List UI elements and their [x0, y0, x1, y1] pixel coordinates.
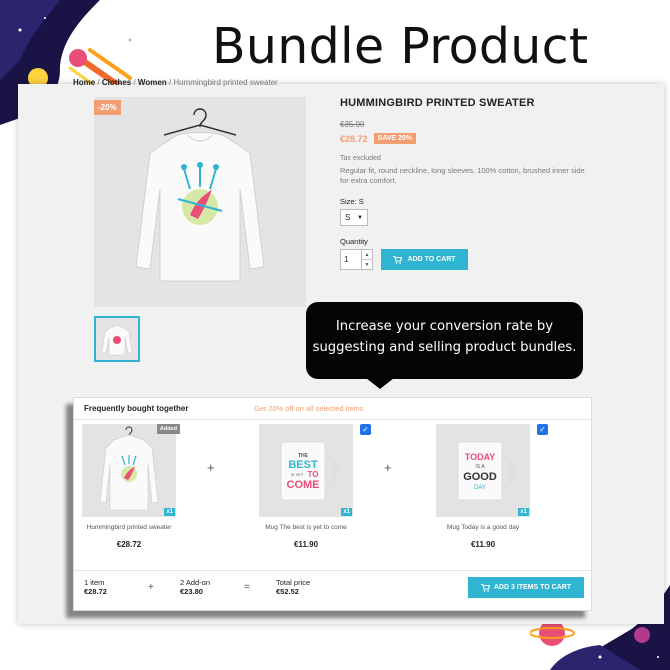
- add-to-cart-button[interactable]: ADD TO CART: [381, 249, 468, 270]
- size-select[interactable]: S ▼: [340, 209, 368, 226]
- bundle-item-price: €11.90: [470, 540, 496, 549]
- sweater-image: [135, 108, 265, 282]
- quantity-badge: x1: [164, 508, 175, 516]
- bundle-item: THE BEST IS YET TO COME ✓ x1 Mug The bes…: [259, 424, 371, 549]
- feature-tooltip: Increase your conversion rate by suggest…: [306, 302, 583, 379]
- sweater-image: [99, 426, 159, 511]
- tooltip-line-1: Increase your conversion rate by: [335, 319, 554, 334]
- grand-total-value: €52.52: [276, 587, 299, 596]
- decrease-quantity-icon[interactable]: ▼: [362, 259, 372, 269]
- bundle-box: Frequently bought together Get 20% off o…: [73, 397, 592, 611]
- chevron-down-icon: ▼: [357, 214, 363, 221]
- items-total: 1 item €28.72: [84, 578, 107, 596]
- add-bundle-to-cart-label: ADD 3 ITEMS TO CART: [493, 584, 572, 591]
- bundle-item-name[interactable]: Hummingbird printed sweater: [82, 524, 176, 532]
- quantity-badge: x1: [518, 508, 529, 516]
- tax-note: Tax excluded: [340, 155, 381, 162]
- plus-sign: +: [148, 582, 154, 593]
- item-checkbox[interactable]: ✓: [537, 424, 548, 435]
- product-title: HUMMINGBIRD PRINTED SWEATER: [340, 97, 535, 109]
- mug-text-2: IS A: [475, 464, 485, 470]
- addon-total: 2 Add-on €23.80: [180, 578, 210, 596]
- add-bundle-to-cart-button[interactable]: ADD 3 ITEMS TO CART: [468, 577, 584, 598]
- mug-image: TODAY IS A GOOD DAY: [457, 441, 515, 501]
- equals-sign: =: [244, 582, 250, 593]
- breadcrumb-clothes[interactable]: Clothes: [102, 78, 131, 87]
- mug-text-3: GOOD: [463, 471, 497, 483]
- current-price: €28.72: [340, 133, 368, 144]
- regular-price: €35.90: [340, 120, 365, 129]
- bundle-item-price: €11.90: [293, 540, 319, 549]
- tooltip-arrow: [366, 378, 394, 389]
- bundle-item: Added x1 Hummingbird printed sweater €28…: [82, 424, 180, 549]
- bundle-item: TODAY IS A GOOD DAY ✓ x1 Mug Today is a …: [436, 424, 548, 549]
- breadcrumb-current: Hummingbird printed sweater: [173, 78, 278, 87]
- add-to-cart-label: ADD TO CART: [407, 256, 456, 263]
- quantity-stepper[interactable]: ▲ ▼: [362, 249, 373, 270]
- bundle-item-price: €28.72: [116, 540, 142, 549]
- bundle-item-name[interactable]: Mug Today is a good day: [436, 524, 530, 532]
- plus-sign: +: [207, 460, 215, 475]
- discount-flag: -20%: [94, 100, 121, 115]
- mug-text-4: DAY: [474, 485, 486, 491]
- items-total-value: €28.72: [84, 587, 107, 596]
- save-badge: SAVE 20%: [373, 133, 417, 144]
- mug-text-3: IS YET: [291, 472, 304, 477]
- mug-text-4: TO: [308, 470, 319, 479]
- breadcrumb: Home / Clothes / Women / Hummingbird pri…: [73, 78, 278, 87]
- size-label: Size: S: [340, 197, 364, 206]
- quantity-label: Quantity: [340, 237, 368, 246]
- product-description: Regular fit, round neckline, long sleeve…: [340, 166, 585, 185]
- quantity-input[interactable]: 1: [340, 249, 362, 270]
- bundle-header: Frequently bought together Get 20% off o…: [74, 398, 591, 420]
- check-icon: ✓: [539, 425, 546, 434]
- sweater-thumbnail-image: [101, 324, 133, 356]
- bundle-item-image[interactable]: TODAY IS A GOOD DAY ✓ x1: [436, 424, 548, 517]
- items-total-label: 1 item: [84, 578, 105, 587]
- tooltip-line-2: suggesting and selling product bundles.: [312, 340, 577, 355]
- mug-image: THE BEST IS YET TO COME: [280, 441, 338, 501]
- product-thumbnail[interactable]: [94, 316, 140, 362]
- mug-text-1: TODAY: [465, 452, 496, 462]
- size-select-value: S: [345, 213, 351, 222]
- quantity-badge: x1: [341, 508, 352, 516]
- breadcrumb-home[interactable]: Home: [73, 78, 95, 87]
- bundle-footer: 1 item €28.72 + 2 Add-on €23.80 = Total …: [74, 570, 591, 610]
- bundle-item-image[interactable]: Added x1: [82, 424, 180, 517]
- addon-total-value: €23.80: [180, 587, 203, 596]
- banner-title: Bundle Product: [212, 18, 589, 75]
- increase-quantity-icon[interactable]: ▲: [362, 250, 372, 259]
- bundle-item-image[interactable]: THE BEST IS YET TO COME ✓ x1: [259, 424, 371, 517]
- grand-total: Total price €52.52: [276, 578, 310, 596]
- cart-icon: [393, 255, 403, 264]
- product-info: HUMMINGBIRD PRINTED SWEATER €35.90 €28.7…: [340, 97, 600, 270]
- bundle-promo: Get 20% off on all selected items: [254, 404, 364, 413]
- bundle-title: Frequently bought together: [84, 404, 189, 413]
- bundle-item-name[interactable]: Mug The best is yet to come: [259, 524, 353, 532]
- mug-text-5: COME: [287, 479, 320, 491]
- breadcrumb-women[interactable]: Women: [138, 78, 167, 87]
- item-checkbox[interactable]: ✓: [360, 424, 371, 435]
- cart-icon: [480, 583, 490, 592]
- added-badge: Added: [156, 424, 180, 434]
- check-icon: ✓: [362, 425, 369, 434]
- product-main-image[interactable]: -20%: [94, 97, 306, 307]
- plus-sign: +: [384, 460, 392, 475]
- grand-total-label: Total price: [276, 578, 311, 587]
- addon-total-label: 2 Add-on: [180, 578, 211, 587]
